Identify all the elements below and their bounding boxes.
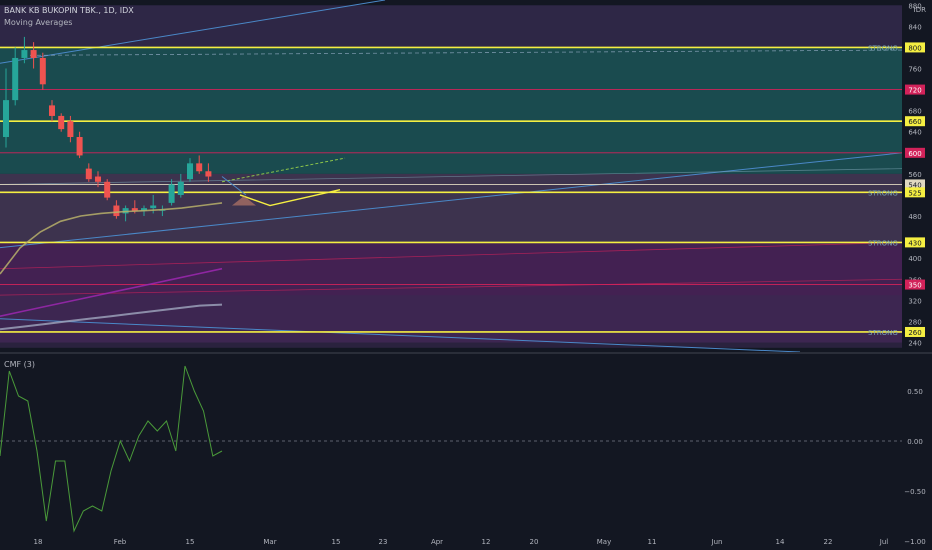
level-tag-260: STRONG — [868, 329, 898, 337]
level-tag-430: STRONG — [868, 239, 898, 247]
time-tick-2: 15 — [186, 538, 195, 546]
candle-body — [49, 105, 55, 116]
price-tick-320: 320 — [908, 297, 921, 305]
candle-body — [113, 205, 120, 217]
price-tick-480: 480 — [908, 213, 921, 221]
candle-body — [196, 163, 203, 172]
candle-body — [21, 50, 28, 58]
currency-label: IDR — [913, 6, 926, 14]
candle-body — [76, 137, 83, 156]
price-tick-560: 560 — [908, 171, 921, 179]
time-tick-8: 20 — [530, 538, 539, 546]
cmf-tick-0: 0.50 — [907, 388, 923, 396]
time-tick-14: Jul — [879, 538, 889, 546]
price-tick-240: 240 — [908, 340, 921, 348]
price-tick-680: 680 — [908, 108, 921, 116]
cmf-bg — [0, 354, 932, 550]
candle-body — [12, 57, 19, 101]
time-tick-1: Feb — [114, 538, 127, 546]
price-badge-text-800: 800 — [908, 44, 921, 52]
time-tick-10: 11 — [648, 538, 657, 546]
cmf-title[interactable]: CMF (3) — [4, 360, 35, 369]
candle-body — [205, 171, 212, 177]
price-badge-text-660: 660 — [908, 118, 921, 126]
candle-body — [187, 163, 193, 180]
candle-body — [39, 57, 46, 85]
zone-teal — [0, 47, 902, 174]
candle-body — [168, 184, 175, 203]
candle-body — [95, 176, 101, 182]
time-tick-12: 14 — [776, 538, 785, 546]
price-tick-280: 280 — [908, 318, 921, 326]
price-tick-840: 840 — [908, 23, 921, 31]
price-badge-text-350: 350 — [908, 282, 921, 290]
time-tick-6: Apr — [431, 538, 443, 546]
price-badge-text-430: 430 — [908, 239, 921, 247]
candle-body — [58, 115, 65, 130]
level-tag-525: STRONG — [868, 189, 898, 197]
time-tick-5: 23 — [379, 538, 388, 546]
price-badge-text-525: 525 — [908, 189, 921, 197]
time-tick-7: 12 — [482, 538, 491, 546]
price-tick-640: 640 — [908, 129, 921, 137]
price-badge-text-260: 260 — [908, 329, 921, 337]
time-tick-3: Mar — [263, 538, 276, 546]
time-tick-4: 15 — [332, 538, 341, 546]
time-tick-11: Jun — [711, 538, 723, 546]
candle-body — [30, 50, 37, 58]
time-tick-13: 22 — [824, 538, 833, 546]
indicator-label[interactable]: Moving Averages — [4, 18, 72, 27]
time-tick-9: May — [597, 538, 611, 546]
symbol-title: BANK KB BUKOPIN TBK., 1D, IDX — [4, 6, 134, 15]
zone-bottom — [0, 295, 902, 348]
chart-canvas[interactable]: STRONGSTRONGSTRONGSTRONG8808408007607206… — [0, 0, 932, 550]
time-tick-0: 18 — [34, 538, 43, 546]
level-tag-800: STRONG — [868, 44, 898, 52]
candle-body — [3, 100, 9, 138]
candle-body — [67, 121, 74, 138]
candle-body — [85, 168, 92, 180]
cmf-tick-1: 0.00 — [907, 438, 923, 446]
price-tick-760: 760 — [908, 66, 921, 74]
candle-body — [150, 205, 157, 209]
cmf-tick-3: −1.00 — [904, 538, 925, 546]
cmf-tick-2: −0.50 — [904, 488, 925, 496]
candle-body — [104, 181, 111, 198]
price-badge-text-720: 720 — [908, 87, 921, 95]
price-badge-text-600: 600 — [908, 150, 921, 158]
price-tick-400: 400 — [908, 255, 921, 263]
candle-body — [177, 181, 184, 195]
